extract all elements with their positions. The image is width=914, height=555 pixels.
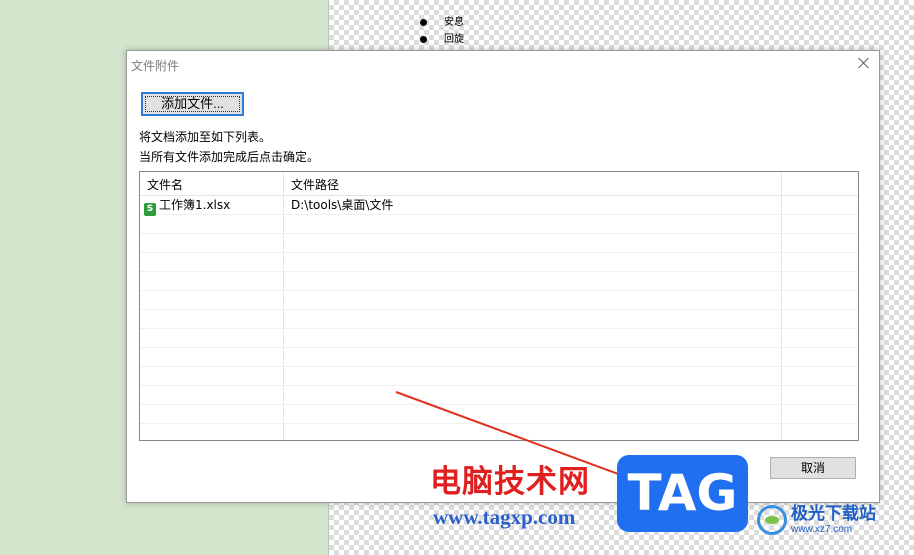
empty-row [140, 215, 858, 234]
empty-cell [284, 272, 782, 290]
empty-cell [782, 424, 858, 440]
watermark-url: www.tagxp.com [433, 505, 576, 529]
site-url: www.xz7.com [791, 524, 853, 535]
file-attachment-dialog: 文件附件 添加文件... 将文档添加至如下列表。 当所有文件添加完成后点击确定。… [126, 50, 880, 503]
empty-cell [140, 348, 284, 366]
column-header-filename[interactable]: 文件名 [140, 172, 284, 195]
bullet-icon [420, 36, 427, 43]
cancel-button[interactable]: 取消 [770, 457, 856, 479]
empty-cell [140, 424, 284, 440]
empty-row [140, 272, 858, 291]
empty-cell [782, 329, 858, 347]
empty-cell [782, 405, 858, 423]
empty-row [140, 310, 858, 329]
empty-cell [782, 367, 858, 385]
bullet-item: 回旋 [420, 31, 464, 48]
empty-cell [140, 329, 284, 347]
empty-row [140, 348, 858, 367]
empty-cell [284, 424, 782, 440]
background-bullet-list: 安息 回旋 [420, 14, 464, 48]
empty-cell [140, 386, 284, 404]
close-icon[interactable] [857, 56, 871, 70]
filepath-cell: D:\tools\桌面\文件 [284, 196, 782, 214]
empty-cell [140, 291, 284, 309]
file-list[interactable]: 文件名 文件路径 S 工作簿1.xlsx D:\tools\桌面\文件 [139, 171, 859, 441]
bullet-icon [420, 19, 427, 26]
empty-row [140, 386, 858, 405]
empty-cell [284, 367, 782, 385]
empty-cell [284, 348, 782, 366]
empty-row [140, 329, 858, 348]
dialog-title: 文件附件 [131, 59, 180, 73]
table-row[interactable]: S 工作簿1.xlsx D:\tools\桌面\文件 [140, 196, 858, 216]
empty-cell [782, 348, 858, 366]
site-name: 极光下载站 [791, 504, 876, 524]
empty-cell [284, 291, 782, 309]
empty-cell [140, 405, 284, 423]
empty-cell [140, 215, 284, 233]
empty-cell [284, 310, 782, 328]
add-file-button[interactable]: 添加文件... [141, 92, 244, 116]
instruction-text-1: 将文档添加至如下列表。 [139, 130, 272, 144]
empty-cell [284, 329, 782, 347]
empty-cell [140, 367, 284, 385]
empty-cell [782, 215, 858, 233]
empty-cell [284, 386, 782, 404]
empty-row [140, 291, 858, 310]
empty-row [140, 405, 858, 424]
empty-cell [284, 405, 782, 423]
instruction-text-2: 当所有文件添加完成后点击确定。 [139, 150, 320, 164]
watermark-brand: 电脑技术网 [430, 464, 590, 500]
empty-cell [140, 272, 284, 290]
empty-row [140, 367, 858, 386]
empty-cell [140, 253, 284, 271]
empty-cell [782, 291, 858, 309]
column-header-filepath[interactable]: 文件路径 [284, 172, 782, 195]
tag-logo: TAG [617, 455, 748, 532]
list-rows: S 工作簿1.xlsx D:\tools\桌面\文件 [140, 196, 858, 440]
list-header: 文件名 文件路径 [140, 172, 858, 196]
empty-cell [284, 234, 782, 252]
empty-cell [782, 310, 858, 328]
aurora-logo-icon [757, 505, 787, 535]
empty-cell [782, 234, 858, 252]
empty-row [140, 253, 858, 272]
empty-cell [284, 215, 782, 233]
empty-cell [782, 386, 858, 404]
empty-cell [140, 234, 284, 252]
site-logo: 极光下载站 www.xz7.com [757, 505, 876, 535]
empty-cell [284, 253, 782, 271]
column-header-empty [782, 172, 858, 195]
empty-cell [140, 310, 284, 328]
filename-cell: S 工作簿1.xlsx [140, 196, 284, 216]
empty-cell [782, 272, 858, 290]
dialog-titlebar: 文件附件 [127, 51, 879, 77]
empty-cell [782, 196, 858, 214]
empty-cell [782, 253, 858, 271]
bullet-item: 安息 [420, 14, 464, 31]
empty-row [140, 234, 858, 253]
empty-row [140, 424, 858, 440]
